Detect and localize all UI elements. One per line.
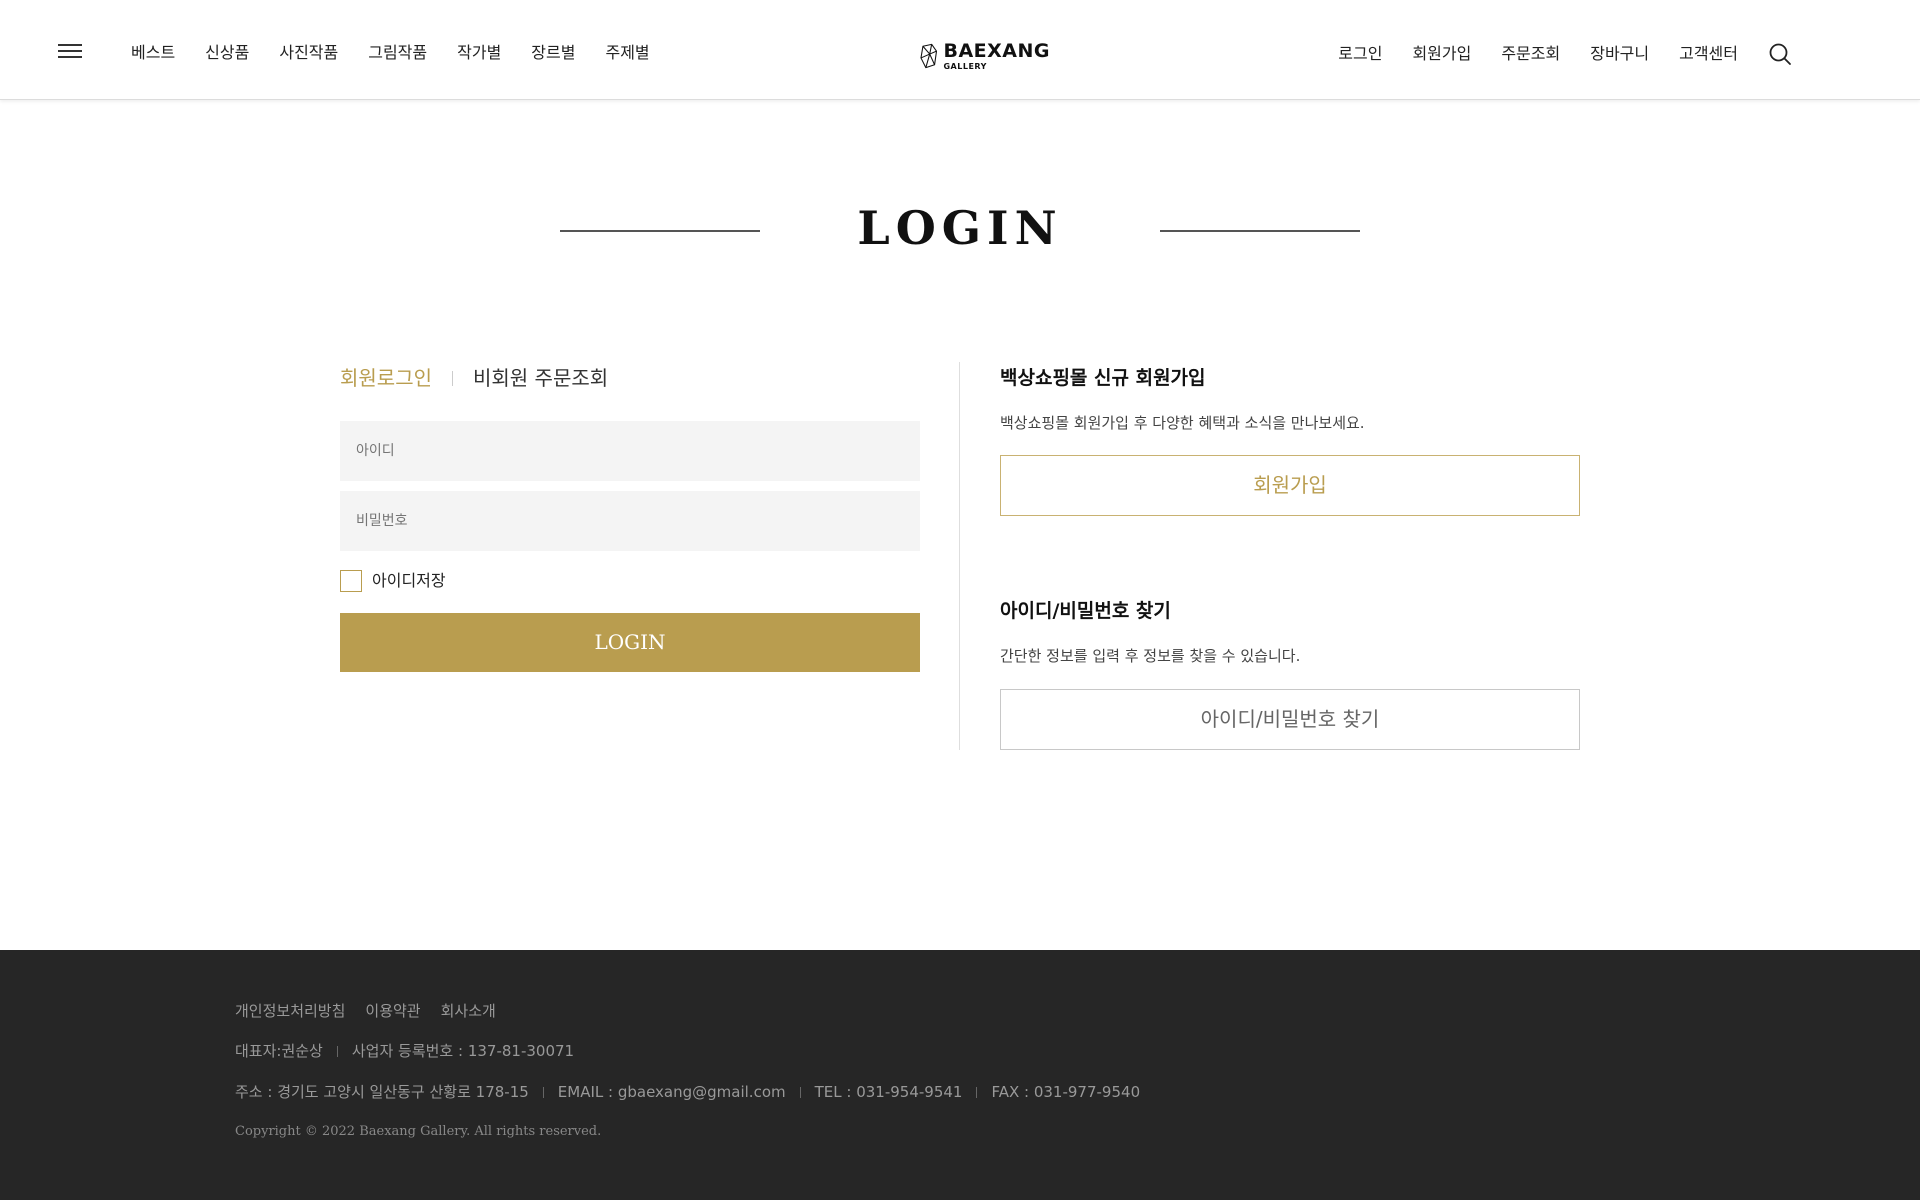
save-id-checkbox[interactable] <box>340 570 362 592</box>
footer-separator <box>336 1045 338 1057</box>
nav-item-genre[interactable]: 장르별 <box>531 42 575 64</box>
footer-fax: FAX : 031-977-9540 <box>991 1083 1141 1101</box>
nav-item-new[interactable]: 신상품 <box>205 42 249 64</box>
nav-login[interactable]: 로그인 <box>1338 43 1382 65</box>
footer-tel: TEL : 031-954-9541 <box>814 1083 963 1101</box>
logo-text: BAEXANG GALLERY <box>943 41 1050 72</box>
nav-customer-center[interactable]: 고객센터 <box>1679 43 1738 65</box>
nav-item-artist[interactable]: 작가별 <box>457 42 501 64</box>
logo-mark-icon <box>920 43 938 69</box>
footer-link-privacy[interactable]: 개인정보처리방침 <box>235 1000 345 1022</box>
utility-nav: 로그인 회원가입 주문조회 장바구니 고객센터 <box>1308 42 1792 66</box>
signup-description: 백상쇼핑몰 회원가입 후 다양한 혜택과 소식을 만나보세요. <box>1000 414 1365 432</box>
footer-address: 주소 : 경기도 고양시 일산동구 산황로 178-15 <box>235 1083 529 1101</box>
footer-link-about[interactable]: 회사소개 <box>441 1000 496 1022</box>
footer-separator <box>976 1086 978 1098</box>
page-title: LOGIN <box>857 201 1063 255</box>
password-input[interactable] <box>340 491 920 551</box>
nav-item-theme[interactable]: 주제별 <box>605 42 649 64</box>
signup-button[interactable]: 회원가입 <box>1000 455 1580 516</box>
footer-contact-row: 주소 : 경기도 고양시 일산동구 산황로 178-15 EMAIL : gba… <box>235 1081 1140 1103</box>
footer-biz-no: 사업자 등록번호 : 137-81-30071 <box>351 1042 575 1060</box>
column-divider <box>959 362 960 750</box>
nav-item-photo[interactable]: 사진작품 <box>279 42 338 64</box>
logo-main-text: BAEXANG <box>943 39 1050 62</box>
tab-guest-order-lookup[interactable]: 비회원 주문조회 <box>473 364 608 392</box>
tab-member-login[interactable]: 회원로그인 <box>340 364 432 392</box>
find-account-heading: 아이디/비밀번호 찾기 <box>1000 600 1171 622</box>
main-nav: 베스트 신상품 사진작품 그림작품 작가별 장르별 주제별 <box>131 42 680 64</box>
footer-link-terms[interactable]: 이용약관 <box>365 1000 420 1022</box>
login-button[interactable]: LOGIN <box>340 613 920 672</box>
title-line-left <box>560 230 760 232</box>
tab-divider <box>452 370 453 386</box>
find-account-description: 간단한 정보를 입력 후 정보를 찾을 수 있습니다. <box>1000 647 1301 665</box>
footer-links: 개인정보처리방침 이용약관 회사소개 <box>235 1000 516 1022</box>
id-input[interactable] <box>340 421 920 481</box>
site-header: 베스트 신상품 사진작품 그림작품 작가별 장르별 주제별 BAEXANG GA… <box>0 0 1920 100</box>
nav-signup[interactable]: 회원가입 <box>1412 43 1471 65</box>
nav-cart[interactable]: 장바구니 <box>1590 43 1649 65</box>
footer-email: EMAIL : gbaexang@gmail.com <box>557 1083 786 1101</box>
footer-copyright: Copyright © 2022 Baexang Gallery. All ri… <box>235 1124 602 1139</box>
site-footer: 개인정보처리방침 이용약관 회사소개 대표자:권순상 사업자 등록번호 : 13… <box>0 950 1920 1200</box>
nav-item-painting[interactable]: 그림작품 <box>368 42 427 64</box>
footer-separator <box>542 1086 544 1098</box>
title-line-right <box>1160 230 1360 232</box>
nav-order-lookup[interactable]: 주문조회 <box>1501 43 1560 65</box>
search-icon[interactable] <box>1768 42 1792 66</box>
hamburger-menu-icon[interactable] <box>58 44 82 58</box>
find-account-button[interactable]: 아이디/비밀번호 찾기 <box>1000 689 1580 750</box>
footer-company-row: 대표자:권순상 사업자 등록번호 : 137-81-30071 <box>235 1040 574 1062</box>
save-id-row[interactable]: 아이디저장 <box>340 570 446 592</box>
signup-heading: 백상쇼핑몰 신규 회원가입 <box>1000 367 1206 389</box>
logo-sub-text: GALLERY <box>943 61 987 71</box>
footer-separator <box>799 1086 801 1098</box>
footer-ceo: 대표자:권순상 <box>235 1042 323 1060</box>
site-logo[interactable]: BAEXANG GALLERY <box>920 30 1050 82</box>
nav-item-best[interactable]: 베스트 <box>131 42 175 64</box>
login-tabs: 회원로그인 비회원 주문조회 <box>340 364 608 392</box>
save-id-label[interactable]: 아이디저장 <box>372 570 446 592</box>
